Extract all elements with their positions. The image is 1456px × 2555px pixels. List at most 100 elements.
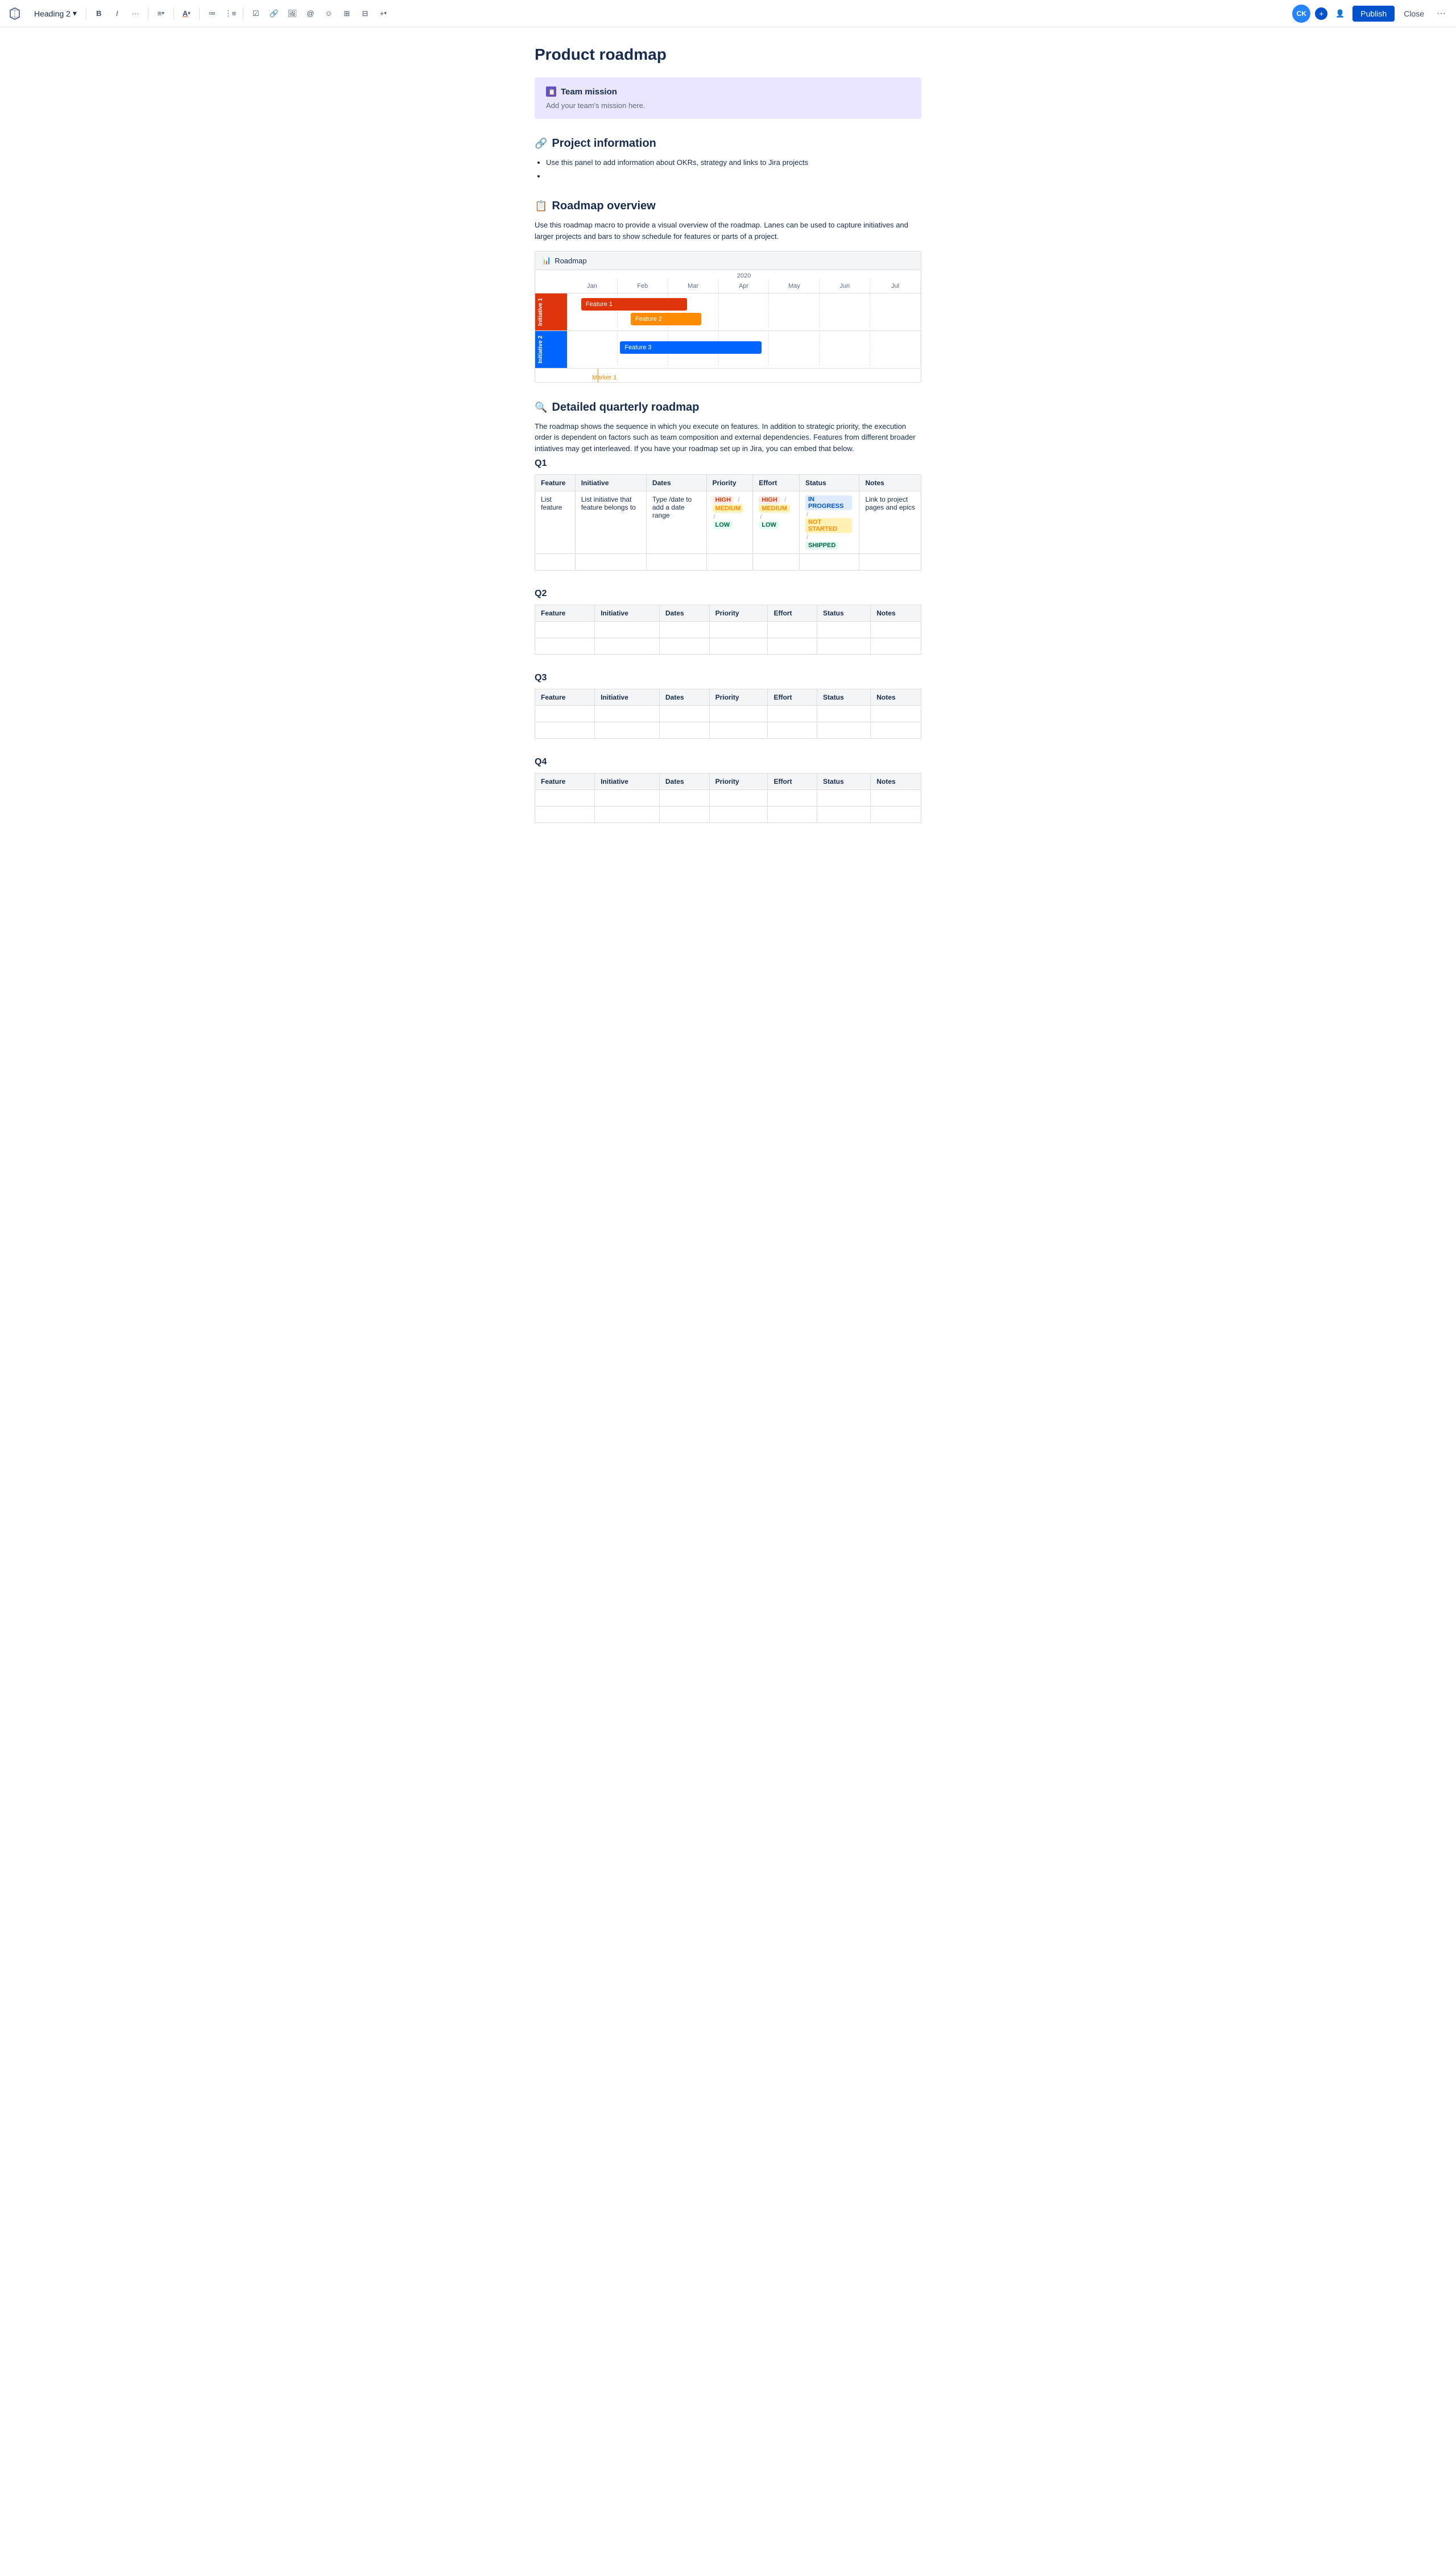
col-notes: Notes — [871, 605, 921, 622]
cell-dates[interactable] — [659, 622, 709, 638]
heading-selector[interactable]: Heading 2 ▾ — [30, 6, 81, 20]
image-button[interactable]: 🖼 — [284, 6, 300, 22]
layout-button[interactable]: ⊟ — [357, 6, 373, 22]
feature2-bar[interactable]: Feature 2 — [631, 313, 701, 325]
cell-notes[interactable] — [871, 807, 921, 823]
cell-status[interactable] — [817, 622, 871, 638]
cell-dates[interactable] — [659, 807, 709, 823]
cell-effort[interactable] — [768, 638, 817, 655]
cell-feature[interactable] — [535, 622, 595, 638]
cell-notes[interactable] — [871, 790, 921, 807]
cell-priority[interactable] — [706, 554, 753, 570]
more-text-button[interactable]: ··· — [127, 6, 143, 22]
quarterly-roadmap-section: 🔍 Detailed quarterly roadmap The roadmap… — [535, 401, 921, 824]
close-button[interactable]: Close — [1399, 6, 1429, 22]
feature1-bar[interactable]: Feature 1 — [581, 298, 688, 311]
table-row[interactable] — [535, 790, 921, 807]
table-button[interactable]: ⊞ — [339, 6, 355, 22]
link-button[interactable]: 🔗 — [266, 6, 282, 22]
cell-priority[interactable] — [709, 807, 768, 823]
align-button[interactable]: ≡ ▾ — [153, 6, 169, 22]
more-insert-button[interactable]: + ▾ — [375, 6, 391, 22]
cell-dates[interactable] — [646, 554, 706, 570]
cell-initiative[interactable] — [575, 554, 646, 570]
cell-initiative[interactable] — [595, 622, 660, 638]
cell-dates[interactable] — [659, 790, 709, 807]
cell-notes[interactable] — [871, 722, 921, 739]
italic-button[interactable]: I — [109, 6, 125, 22]
cell-initiative[interactable] — [595, 722, 660, 739]
cell-notes[interactable] — [859, 554, 921, 570]
cell-status[interactable] — [800, 554, 859, 570]
cell-feature[interactable] — [535, 554, 576, 570]
cell-effort[interactable] — [768, 790, 817, 807]
table-row[interactable] — [535, 722, 921, 739]
publish-button[interactable]: Publish — [1352, 6, 1395, 22]
cell-priority[interactable] — [709, 638, 768, 655]
cell-effort[interactable] — [768, 706, 817, 722]
cell-effort[interactable]: HIGH / MEDIUM / LOW — [753, 491, 800, 554]
cell-notes[interactable] — [871, 706, 921, 722]
cell-feature[interactable] — [535, 790, 595, 807]
cell-initiative[interactable] — [595, 638, 660, 655]
bold-button[interactable]: B — [91, 6, 107, 22]
page-title[interactable]: Product roadmap — [535, 46, 921, 64]
cell-dates[interactable] — [659, 722, 709, 739]
avatar-button[interactable]: CK — [1292, 5, 1310, 23]
separator: / — [784, 497, 786, 503]
roadmap-chart[interactable]: 2020 Jan Feb Mar Apr May Jun Jul Initi — [535, 270, 921, 382]
list-item[interactable] — [546, 171, 921, 182]
cell-initiative[interactable] — [595, 706, 660, 722]
mission-placeholder[interactable]: Add your team's mission here. — [546, 101, 910, 110]
cell-status[interactable] — [817, 807, 871, 823]
cell-feature[interactable] — [535, 807, 595, 823]
cell-feature[interactable] — [535, 722, 595, 739]
cell-initiative[interactable] — [595, 807, 660, 823]
table-row[interactable] — [535, 807, 921, 823]
cell-notes[interactable]: Link to project pages and epics — [859, 491, 921, 554]
table-row[interactable] — [535, 622, 921, 638]
cell-effort[interactable] — [768, 807, 817, 823]
cell-notes[interactable] — [871, 622, 921, 638]
cell-effort[interactable] — [753, 554, 800, 570]
table-row[interactable] — [535, 706, 921, 722]
cell-status[interactable] — [817, 722, 871, 739]
table-row[interactable]: List feature List initiative that featur… — [535, 491, 921, 554]
text-color-button[interactable]: A ▾ — [179, 6, 195, 22]
table-row[interactable] — [535, 554, 921, 570]
cell-feature[interactable] — [535, 706, 595, 722]
cell-initiative[interactable] — [595, 790, 660, 807]
cell-effort[interactable] — [768, 722, 817, 739]
cell-status[interactable] — [817, 638, 871, 655]
numbered-list-button[interactable]: ⋮≡ — [222, 6, 238, 22]
cell-feature[interactable] — [535, 638, 595, 655]
more-options-button[interactable]: ··· — [1433, 6, 1449, 21]
cell-priority[interactable] — [709, 790, 768, 807]
cell-priority[interactable]: HIGH / MEDIUM / LOW — [706, 491, 753, 554]
bullet-list-button[interactable]: ≔ — [204, 6, 220, 22]
list-item[interactable]: Use this panel to add information about … — [546, 157, 921, 168]
emoji-button[interactable]: ☺ — [321, 6, 337, 22]
q2-section: Q2 Feature Initiative Dates Priority Eff… — [535, 589, 921, 655]
cell-effort[interactable] — [768, 622, 817, 638]
cell-feature[interactable]: List feature — [535, 491, 576, 554]
toolbar-divider-3 — [173, 8, 174, 19]
add-collaborator-button[interactable]: + — [1315, 7, 1327, 20]
cell-dates[interactable] — [659, 638, 709, 655]
cell-dates[interactable] — [659, 706, 709, 722]
cell-initiative[interactable]: List initiative that feature belongs to — [575, 491, 646, 554]
cell-notes[interactable] — [871, 638, 921, 655]
cell-priority[interactable] — [709, 706, 768, 722]
cell-status[interactable] — [817, 706, 871, 722]
mention-button[interactable]: @ — [303, 6, 318, 22]
feature3-bar[interactable]: Feature 3 — [620, 341, 762, 354]
invite-button[interactable]: 👤 — [1332, 6, 1348, 22]
cell-dates[interactable]: Type /date to add a date range — [646, 491, 706, 554]
task-button[interactable]: ☑ — [248, 6, 264, 22]
cell-status[interactable]: IN PROGRESS / NOT STARTED / SHIPPED — [800, 491, 859, 554]
separator: / — [738, 497, 739, 503]
cell-priority[interactable] — [709, 722, 768, 739]
cell-priority[interactable] — [709, 622, 768, 638]
table-row[interactable] — [535, 638, 921, 655]
cell-status[interactable] — [817, 790, 871, 807]
